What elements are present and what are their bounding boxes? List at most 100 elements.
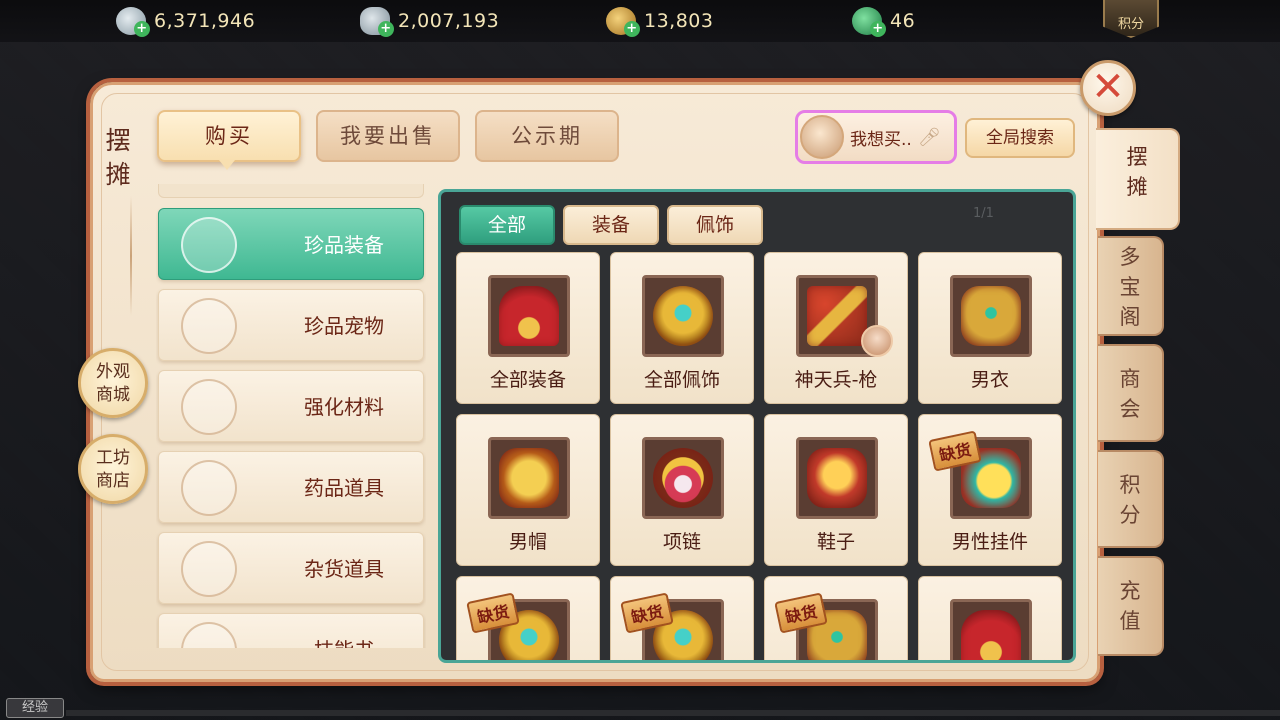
ore-material-icon <box>181 379 237 435</box>
jade-ring-icon <box>653 286 713 346</box>
right-tab-points[interactable]: 积 分 <box>1098 450 1164 548</box>
tab-public-period[interactable]: 公示期 <box>475 110 619 162</box>
sundries-icon <box>181 541 237 597</box>
category-enhance-material[interactable]: 强化材料 <box>158 370 424 442</box>
right-tab-char: 阁 <box>1119 305 1141 329</box>
list-item <box>158 184 424 198</box>
exp-bar <box>66 710 1280 716</box>
item-card-row3-3[interactable]: 缺货 <box>764 576 908 660</box>
category-label: 杂货道具 <box>304 557 384 581</box>
microphone-icon[interactable]: 🎤︎ <box>918 127 941 148</box>
right-tab-recharge[interactable]: 充 值 <box>1098 556 1164 656</box>
right-tab-char: 商 <box>1119 367 1141 391</box>
category-label: 珍品宠物 <box>304 314 384 338</box>
jade-icon: + <box>852 7 886 37</box>
right-tab-guild[interactable]: 商 会 <box>1098 344 1164 442</box>
skill-book-icon <box>181 622 237 648</box>
item-card-shoes[interactable]: 鞋子 <box>764 414 908 566</box>
item-label: 男衣 <box>970 369 1009 391</box>
item-card-all-accessories[interactable]: 全部佩饰 <box>610 252 754 404</box>
category-skill-book[interactable]: 技能书 <box>158 613 424 648</box>
subtab-accessory[interactable]: 佩饰 <box>667 205 763 245</box>
item-label: 全部佩饰 <box>643 369 720 391</box>
category-label: 技能书 <box>269 614 419 648</box>
item-card-male-hat[interactable]: 男帽 <box>456 414 600 566</box>
item-label: 神天兵-枪 <box>794 369 878 391</box>
subtab-all[interactable]: 全部 <box>459 205 555 245</box>
silver-currency[interactable]: + 6,371,946 <box>116 6 255 37</box>
category-label: 药品道具 <box>304 476 384 500</box>
right-tab-char: 积 <box>1119 473 1141 497</box>
side-button-line2: 商店 <box>96 471 130 491</box>
item-card-row3-4[interactable] <box>918 576 1062 660</box>
item-card-male-pendant[interactable]: 缺货 男性挂件 <box>918 414 1062 566</box>
fan-weapon-icon <box>499 286 559 346</box>
ingot-amount: 2,007,193 <box>398 10 500 32</box>
item-card-divine-spear[interactable]: 神天兵-枪 <box>764 252 908 404</box>
ingot-currency[interactable]: + 2,007,193 <box>360 6 500 37</box>
item-card-row3-2[interactable]: 缺货 <box>610 576 754 660</box>
copper-coin-icon: + <box>606 7 640 37</box>
points-button[interactable]: 积分 <box>1103 0 1159 38</box>
item-label: 男性挂件 <box>951 531 1028 553</box>
item-label: 项链 <box>662 531 701 553</box>
global-search-button[interactable]: 全局搜索 <box>965 118 1075 158</box>
exp-label: 经验 <box>6 698 64 718</box>
item-label: 全部装备 <box>489 369 566 391</box>
jade-currency[interactable]: + 46 <box>852 6 915 37</box>
item-frame <box>950 599 1032 660</box>
item-card-row3-1[interactable]: 缺货 <box>456 576 600 660</box>
tab-sell[interactable]: 我要出售 <box>316 110 460 162</box>
copper-amount: 13,803 <box>644 10 714 32</box>
right-tab-stall[interactable]: 摆 摊 <box>1096 128 1180 230</box>
want-buy-search[interactable]: 我想买.. 🎤︎ <box>795 110 957 164</box>
spear-icon <box>807 286 867 346</box>
item-frame <box>488 275 570 357</box>
item-grid-panel: 全部 装备 佩饰 1/1 全部装备 全部佩饰 神天兵-枪 男衣 男帽 项链 鞋子… <box>438 189 1076 663</box>
item-frame <box>796 437 878 519</box>
fan-weapon-icon <box>961 610 1021 660</box>
right-tab-char: 摆 <box>1126 145 1148 169</box>
workshop-shop-button[interactable]: 工坊 商店 <box>78 434 148 504</box>
subtab-equipment[interactable]: 装备 <box>563 205 659 245</box>
rare-equipment-icon <box>181 217 237 273</box>
right-tab-char: 充 <box>1119 579 1141 603</box>
category-potion[interactable]: 药品道具 <box>158 451 424 523</box>
item-label: 男帽 <box>508 531 547 553</box>
close-button[interactable]: ✕ <box>1080 60 1136 116</box>
right-tab-char: 值 <box>1119 609 1141 633</box>
boots-icon <box>807 448 867 508</box>
item-frame <box>642 437 724 519</box>
potion-icon <box>181 460 237 516</box>
category-rare-equipment[interactable]: 珍品装备 <box>158 208 424 280</box>
panel-title: 摆摊 <box>105 126 131 189</box>
item-card-all-equipment[interactable]: 全部装备 <box>456 252 600 404</box>
right-tab-char: 分 <box>1119 503 1141 527</box>
category-list[interactable]: 珍品装备 珍品宠物 强化材料 药品道具 杂货道具 技能书 <box>156 184 426 648</box>
tab-buy[interactable]: 购买 <box>157 110 301 162</box>
category-sundries[interactable]: 杂货道具 <box>158 532 424 604</box>
right-tab-treasure-pavilion[interactable]: 多 宝 阁 <box>1098 236 1164 336</box>
right-tab-char: 摊 <box>1126 175 1148 199</box>
right-tab-char: 会 <box>1119 397 1141 421</box>
helmet-icon <box>499 448 559 508</box>
pet-cat-icon <box>181 298 237 354</box>
category-label: 强化材料 <box>304 395 384 419</box>
currency-bar: + 6,371,946 + 2,007,193 + 13,803 + 46 积分 <box>0 0 1280 42</box>
item-card-male-armor[interactable]: 男衣 <box>918 252 1062 404</box>
want-buy-label: 我想买.. <box>850 129 912 150</box>
category-rare-pet[interactable]: 珍品宠物 <box>158 289 424 361</box>
appearance-mall-button[interactable]: 外观 商城 <box>78 348 148 418</box>
page-indicator: 1/1 <box>973 206 994 221</box>
necklace-icon <box>653 448 713 508</box>
item-card-necklace[interactable]: 项链 <box>610 414 754 566</box>
armor-icon <box>961 286 1021 346</box>
copper-currency[interactable]: + 13,803 <box>606 6 714 37</box>
hero-portrait-icon <box>861 325 893 357</box>
category-label: 珍品装备 <box>304 233 384 257</box>
cat-avatar-icon <box>800 115 844 159</box>
panel-divider <box>130 196 132 316</box>
right-tab-char: 宝 <box>1119 275 1141 299</box>
item-frame <box>488 437 570 519</box>
side-button-line1: 工坊 <box>96 448 130 468</box>
